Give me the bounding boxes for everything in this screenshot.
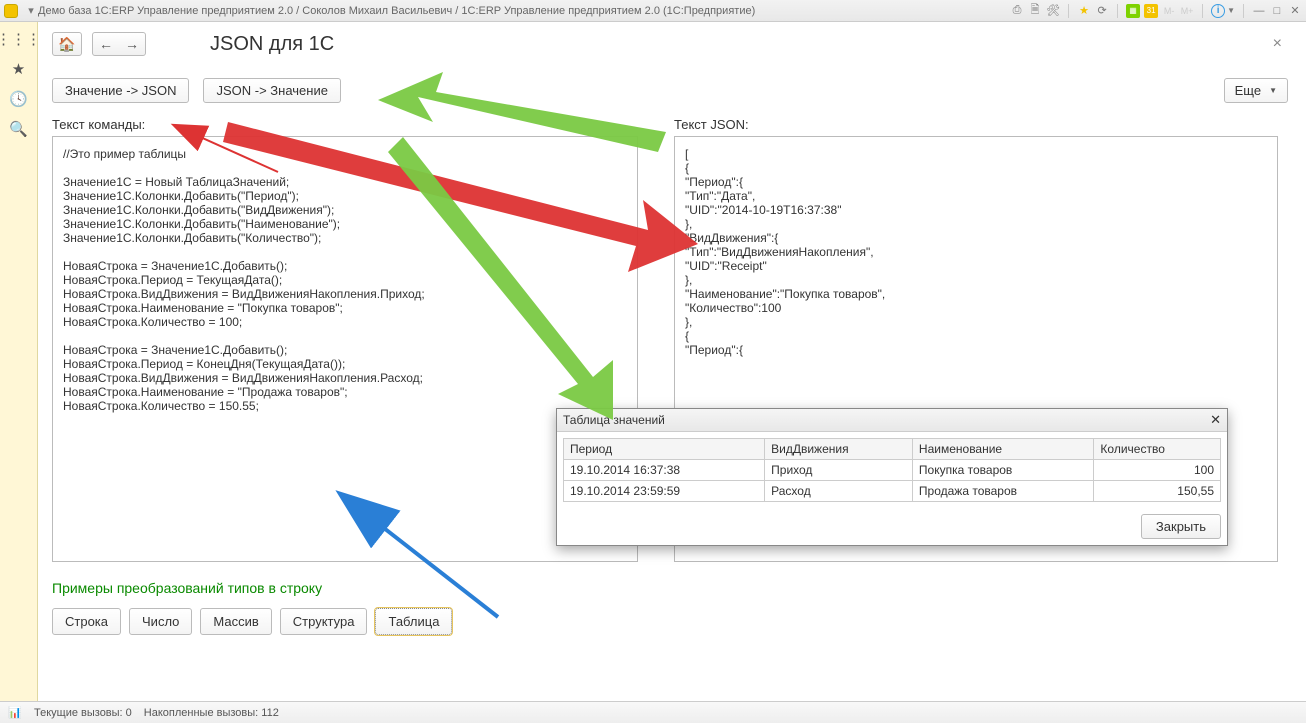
json-text-label: Текст JSON: [674,117,1288,132]
popup-header[interactable]: Таблица значений ✕ [557,409,1227,432]
close-form-icon[interactable]: × [1267,35,1288,53]
example-struct-button[interactable]: Структура [280,608,368,635]
example-table-button[interactable]: Таблица [375,608,452,635]
col-period[interactable]: Период [564,439,765,460]
cell-kind: Расход [765,481,913,502]
status-icon: 📊 [8,706,22,720]
examples-heading: Примеры преобразований типов в строку [52,580,1288,596]
nav-row: 🏠 ← → JSON для 1С × [52,32,1288,56]
example-array-button[interactable]: Массив [200,608,271,635]
example-buttons-row: Строка Число Массив Структура Таблица [52,608,1288,635]
command-text-label: Текст команды: [52,117,666,132]
popup-close-button[interactable]: Закрыть [1141,514,1221,539]
history-icon[interactable]: ⟳ [1095,4,1109,18]
more-button-label: Еще [1235,83,1261,98]
json-to-value-button[interactable]: JSON -> Значение [203,78,340,103]
favorites-star-icon[interactable]: ★ [10,60,28,78]
popup-title: Таблица значений [563,413,665,427]
command-row: Значение -> JSON JSON -> Значение Еще [52,78,1288,103]
separator [1202,4,1203,18]
clipboard-icon[interactable]: 🕓 [10,90,28,108]
separator [1243,4,1244,18]
document-icon[interactable]: 🗎 [1028,4,1042,18]
home-button[interactable]: 🏠 [52,32,82,56]
cell-name: Покупка товаров [912,460,1094,481]
cell-name: Продажа товаров [912,481,1094,502]
search-icon[interactable]: 🔍 [10,120,28,138]
m-minus-icon[interactable]: M- [1162,4,1176,18]
value-table-popup: Таблица значений ✕ Период ВидДвижения На… [556,408,1228,546]
minimize-icon[interactable]: — [1252,4,1266,18]
value-to-json-button[interactable]: Значение -> JSON [52,78,189,103]
info-dropdown-icon[interactable]: ▼ [1227,6,1235,15]
cell-kind: Приход [765,460,913,481]
m-plus-icon[interactable]: M+ [1180,4,1194,18]
tool-icon[interactable]: 🛠 [1046,4,1060,18]
info-icon[interactable]: i [1211,4,1225,18]
calendar-icon[interactable]: 31 [1144,4,1158,18]
command-text-field[interactable]: //Это пример таблицы Значение1С = Новый … [52,136,638,562]
col-kind[interactable]: ВидДвижения [765,439,913,460]
col-name[interactable]: Наименование [912,439,1094,460]
close-window-icon[interactable]: ✕ [1288,4,1302,18]
more-button[interactable]: Еще [1224,78,1288,103]
popup-close-icon[interactable]: ✕ [1210,412,1221,428]
status-current-calls: Текущие вызовы: 0 [34,707,132,719]
back-forward-group: ← → [92,32,146,56]
cell-period: 19.10.2014 16:37:38 [564,460,765,481]
table-row[interactable]: 19.10.2014 16:37:38 Приход Покупка товар… [564,460,1221,481]
status-bar: 📊 Текущие вызовы: 0 Накопленные вызовы: … [0,701,1306,723]
window-title-bar: ▾ Демо база 1С:ERP Управление предприяти… [0,0,1306,22]
col-qty[interactable]: Количество [1094,439,1221,460]
separator [1068,4,1069,18]
content-area: 🏠 ← → JSON для 1С × Значение -> JSON JSO… [38,22,1306,701]
page-title: JSON для 1С [210,33,334,56]
print-icon[interactable]: ⎙ [1010,4,1024,18]
maximize-icon[interactable]: □ [1270,4,1284,18]
separator [1117,4,1118,18]
cell-qty: 150,55 [1094,481,1221,502]
cell-period: 19.10.2014 23:59:59 [564,481,765,502]
example-number-button[interactable]: Число [129,608,192,635]
example-string-button[interactable]: Строка [52,608,121,635]
forward-button[interactable]: → [119,36,145,52]
menu-grid-icon[interactable]: ⋮⋮⋮ [10,30,28,48]
star-icon[interactable]: ★ [1077,4,1091,18]
window-title: Демо база 1С:ERP Управление предприятием… [38,5,755,17]
back-button[interactable]: ← [93,36,119,52]
status-accumulated-calls: Накопленные вызовы: 112 [144,707,279,719]
app-logo-icon [4,4,18,18]
dropdown-icon[interactable]: ▾ [24,4,38,18]
sidebar: ⋮⋮⋮ ★ 🕓 🔍 [0,22,38,701]
calculator-icon[interactable]: ▦ [1126,4,1140,18]
value-table: Период ВидДвижения Наименование Количест… [563,438,1221,502]
table-row[interactable]: 19.10.2014 23:59:59 Расход Продажа товар… [564,481,1221,502]
cell-qty: 100 [1094,460,1221,481]
